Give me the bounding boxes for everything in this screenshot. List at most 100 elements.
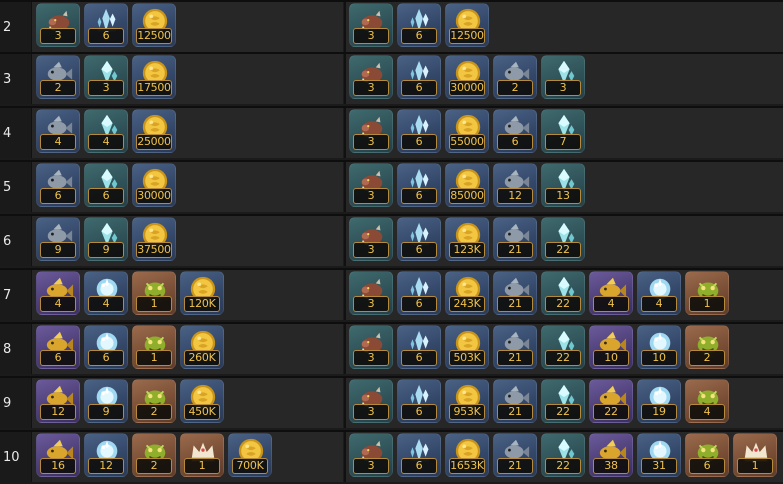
level-row: 8 6 6 1 260K 3 6 503K 21 22 10 10 2: [0, 322, 783, 374]
item-quantity: 6: [88, 188, 124, 204]
crystal-reward-slot[interactable]: 7: [541, 109, 585, 153]
fish-reward-slot[interactable]: 2: [493, 55, 537, 99]
item-quantity: 6: [40, 188, 76, 204]
item-quantity: 21: [497, 350, 533, 366]
gold-coin-reward-slot[interactable]: 12500: [132, 3, 176, 47]
fish-reward-slot[interactable]: 12: [493, 163, 537, 207]
boar-reward-slot[interactable]: 3: [349, 433, 393, 477]
cumulative-cost-cell: 3 6 503K 21 22 10 10 2: [344, 324, 783, 374]
gold-coin-reward-slot[interactable]: 503K: [445, 325, 489, 369]
crown-reward-slot[interactable]: 1: [733, 433, 777, 477]
orb-reward-slot[interactable]: 6: [84, 325, 128, 369]
fish-reward-slot[interactable]: 6: [36, 163, 80, 207]
gold-coin-reward-slot[interactable]: 120K: [180, 271, 224, 315]
golden-fish-reward-slot[interactable]: 4: [589, 271, 633, 315]
gold-coin-reward-slot[interactable]: 243K: [445, 271, 489, 315]
fish-reward-slot[interactable]: 21: [493, 433, 537, 477]
crystal-reward-slot[interactable]: 6: [84, 163, 128, 207]
green-beast-reward-slot[interactable]: 1: [132, 325, 176, 369]
item-quantity: 38: [593, 458, 629, 474]
golden-fish-reward-slot[interactable]: 12: [36, 379, 80, 423]
golden-fish-reward-slot[interactable]: 38: [589, 433, 633, 477]
boar-reward-slot[interactable]: 3: [349, 379, 393, 423]
orb-reward-slot[interactable]: 4: [637, 271, 681, 315]
gold-coin-reward-slot[interactable]: 12500: [445, 3, 489, 47]
shard-reward-slot[interactable]: 6: [397, 109, 441, 153]
level-row: 6 9 9 37500 3 6 123K 21 22: [0, 214, 783, 266]
gold-coin-reward-slot[interactable]: 55000: [445, 109, 489, 153]
golden-fish-reward-slot[interactable]: 16: [36, 433, 80, 477]
shard-reward-slot[interactable]: 6: [397, 433, 441, 477]
crystal-reward-slot[interactable]: 9: [84, 217, 128, 261]
orb-reward-slot[interactable]: 31: [637, 433, 681, 477]
crystal-reward-slot[interactable]: 3: [541, 55, 585, 99]
orb-reward-slot[interactable]: 10: [637, 325, 681, 369]
fish-reward-slot[interactable]: 4: [36, 109, 80, 153]
gold-coin-reward-slot[interactable]: 30000: [445, 55, 489, 99]
gold-coin-reward-slot[interactable]: 37500: [132, 217, 176, 261]
orb-reward-slot[interactable]: 19: [637, 379, 681, 423]
crystal-reward-slot[interactable]: 4: [84, 109, 128, 153]
level-cost-cell: 2 3 17500: [31, 54, 343, 104]
boar-reward-slot[interactable]: 3: [349, 325, 393, 369]
green-beast-reward-slot[interactable]: 2: [132, 379, 176, 423]
gold-coin-reward-slot[interactable]: 700K: [228, 433, 272, 477]
shard-reward-slot[interactable]: 6: [397, 3, 441, 47]
gold-coin-reward-slot[interactable]: 1653K: [445, 433, 489, 477]
fish-reward-slot[interactable]: 21: [493, 271, 537, 315]
shard-reward-slot[interactable]: 6: [397, 55, 441, 99]
golden-fish-reward-slot[interactable]: 4: [36, 271, 80, 315]
crystal-reward-slot[interactable]: 22: [541, 433, 585, 477]
boar-reward-slot[interactable]: 3: [349, 55, 393, 99]
crown-reward-slot[interactable]: 1: [180, 433, 224, 477]
boar-reward-slot[interactable]: 3: [349, 271, 393, 315]
crystal-reward-slot[interactable]: 22: [541, 271, 585, 315]
fish-reward-slot[interactable]: 6: [493, 109, 537, 153]
shard-reward-slot[interactable]: 6: [397, 379, 441, 423]
boar-reward-slot[interactable]: 3: [349, 3, 393, 47]
fish-reward-slot[interactable]: 21: [493, 379, 537, 423]
gold-coin-reward-slot[interactable]: 30000: [132, 163, 176, 207]
crystal-reward-slot[interactable]: 3: [84, 55, 128, 99]
green-beast-reward-slot[interactable]: 6: [685, 433, 729, 477]
golden-fish-reward-slot[interactable]: 22: [589, 379, 633, 423]
green-beast-reward-slot[interactable]: 2: [685, 325, 729, 369]
fish-reward-slot[interactable]: 21: [493, 217, 537, 261]
shard-reward-slot[interactable]: 6: [397, 325, 441, 369]
shard-reward-slot[interactable]: 6: [84, 3, 128, 47]
fish-reward-slot[interactable]: 21: [493, 325, 537, 369]
orb-reward-slot[interactable]: 4: [84, 271, 128, 315]
gold-coin-reward-slot[interactable]: 260K: [180, 325, 224, 369]
boar-reward-slot[interactable]: 3: [36, 3, 80, 47]
orb-reward-slot[interactable]: 12: [84, 433, 128, 477]
shard-reward-slot[interactable]: 6: [397, 271, 441, 315]
boar-reward-slot[interactable]: 3: [349, 109, 393, 153]
crystal-reward-slot[interactable]: 13: [541, 163, 585, 207]
golden-fish-reward-slot[interactable]: 6: [36, 325, 80, 369]
orb-reward-slot[interactable]: 9: [84, 379, 128, 423]
crystal-reward-slot[interactable]: 22: [541, 325, 585, 369]
crystal-reward-slot[interactable]: 22: [541, 379, 585, 423]
crystal-reward-slot[interactable]: 22: [541, 217, 585, 261]
cumulative-cost-cell: 3 6 55000 6 7: [344, 108, 783, 158]
gold-coin-reward-slot[interactable]: 85000: [445, 163, 489, 207]
item-quantity: 12: [497, 188, 533, 204]
green-beast-reward-slot[interactable]: 2: [132, 433, 176, 477]
green-beast-reward-slot[interactable]: 1: [685, 271, 729, 315]
green-beast-reward-slot[interactable]: 4: [685, 379, 729, 423]
green-beast-reward-slot[interactable]: 1: [132, 271, 176, 315]
boar-reward-slot[interactable]: 3: [349, 163, 393, 207]
gold-coin-reward-slot[interactable]: 123K: [445, 217, 489, 261]
gold-coin-reward-slot[interactable]: 953K: [445, 379, 489, 423]
golden-fish-reward-slot[interactable]: 10: [589, 325, 633, 369]
shard-reward-slot[interactable]: 6: [397, 217, 441, 261]
boar-reward-slot[interactable]: 3: [349, 217, 393, 261]
gold-coin-reward-slot[interactable]: 450K: [180, 379, 224, 423]
fish-reward-slot[interactable]: 2: [36, 55, 80, 99]
level-number: 10: [0, 432, 30, 482]
gold-coin-reward-slot[interactable]: 25000: [132, 109, 176, 153]
item-quantity: 6: [497, 134, 533, 150]
shard-reward-slot[interactable]: 6: [397, 163, 441, 207]
gold-coin-reward-slot[interactable]: 17500: [132, 55, 176, 99]
fish-reward-slot[interactable]: 9: [36, 217, 80, 261]
